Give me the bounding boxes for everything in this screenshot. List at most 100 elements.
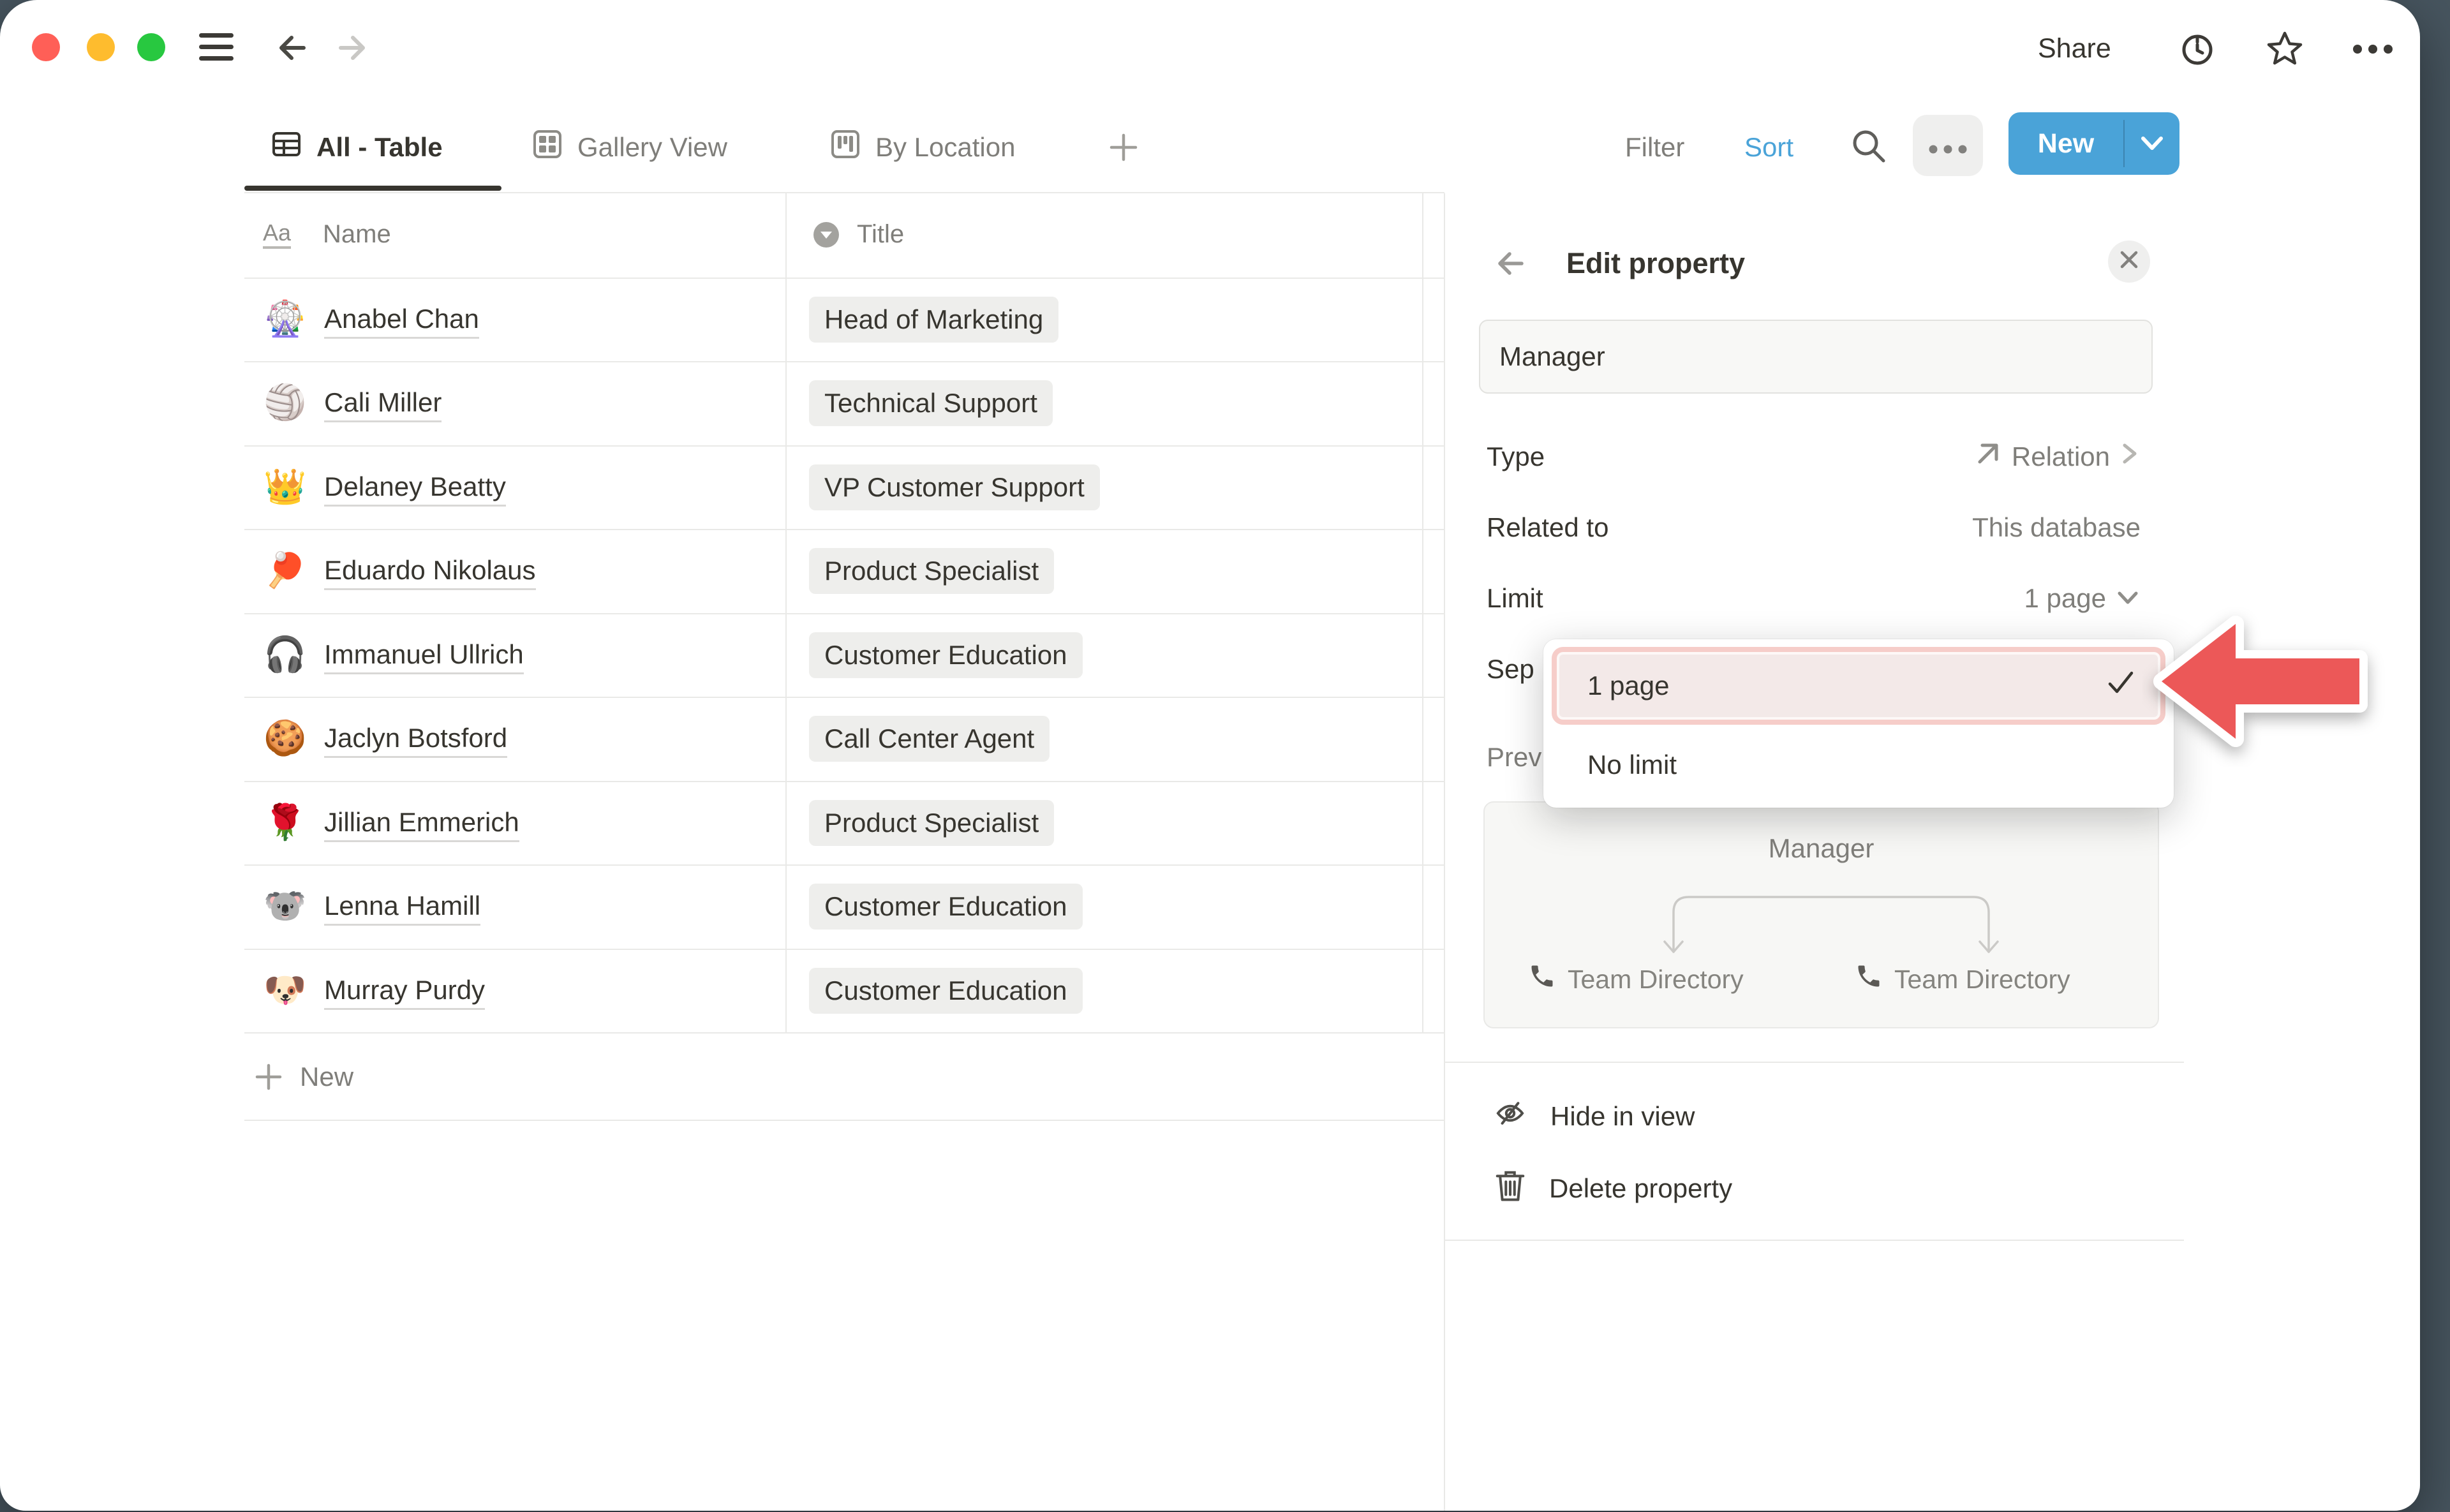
new-row-label: New xyxy=(300,1059,353,1095)
table-header-row: Aa Name Title xyxy=(244,193,1444,279)
table-row[interactable]: 🏓 Eduardo Nikolaus Product Specialist xyxy=(244,530,1444,614)
tab-all-table[interactable]: All - Table xyxy=(271,130,443,165)
plus-icon xyxy=(253,1061,285,1099)
title-tag[interactable]: Customer Education xyxy=(809,968,1083,1014)
table-row[interactable]: 🍪 Jaclyn Botsford Call Center Agent xyxy=(244,698,1444,782)
panel-close-button[interactable] xyxy=(2108,241,2150,283)
page-link[interactable]: Lenna Hamill xyxy=(324,890,480,926)
preview-page-item: Team Directory xyxy=(1528,962,1744,997)
title-tag[interactable]: Product Specialist xyxy=(809,548,1054,594)
page-emoji-icon: 🐨 xyxy=(261,889,309,923)
related-to-value-row[interactable]: This database xyxy=(1972,510,2141,545)
filter-button[interactable]: Filter xyxy=(1625,130,1684,165)
tab-by-location[interactable]: By Location xyxy=(829,130,1015,165)
arrow-up-right-icon xyxy=(1973,439,2003,475)
option-label: 1 page xyxy=(1587,671,2105,701)
title-tag[interactable]: Customer Education xyxy=(809,632,1083,678)
checkmark-icon xyxy=(2105,669,2136,703)
view-options-button[interactable] xyxy=(1913,115,1983,176)
page-link[interactable]: Anabel Chan xyxy=(324,303,479,339)
updates-clock-icon[interactable] xyxy=(2180,32,2215,66)
back-arrow-icon[interactable] xyxy=(274,30,310,66)
preview-label-truncated: Prev xyxy=(1487,739,1541,775)
table-row[interactable]: 🎧 Immanuel Ullrich Customer Education xyxy=(244,614,1444,698)
title-tag[interactable]: Technical Support xyxy=(809,380,1053,426)
search-icon[interactable] xyxy=(1849,126,1889,166)
page-emoji-icon: 🍪 xyxy=(261,721,309,755)
page-emoji-icon: 🐶 xyxy=(261,973,309,1007)
chevron-right-icon xyxy=(2119,440,2141,473)
page-link[interactable]: Eduardo Nikolaus xyxy=(324,554,536,590)
annotation-arrow-icon xyxy=(2142,607,2385,773)
tab-label: Gallery View xyxy=(577,130,727,165)
page-link[interactable]: Jillian Emmerich xyxy=(324,806,519,842)
column-header-title[interactable]: Title xyxy=(857,218,904,251)
favorite-star-icon[interactable] xyxy=(2266,29,2304,68)
page-link[interactable]: Jaclyn Botsford xyxy=(324,722,507,758)
limit-value: 1 page xyxy=(2024,583,2106,614)
separate-label-truncated: Sep xyxy=(1487,651,1534,687)
select-property-icon xyxy=(812,221,840,255)
table-row[interactable]: 🐨 Lenna Hamill Customer Education xyxy=(244,866,1444,950)
page-link[interactable]: Delaney Beatty xyxy=(324,471,506,507)
title-tag[interactable]: Customer Education xyxy=(809,884,1083,930)
property-name-input[interactable] xyxy=(1479,320,2153,394)
chevron-down-icon xyxy=(2115,583,2141,614)
column-divider[interactable] xyxy=(785,193,787,1034)
new-dropdown-button[interactable] xyxy=(2125,112,2179,175)
delete-property-button[interactable]: Delete property xyxy=(1494,1171,1732,1206)
page-link[interactable]: Immanuel Ullrich xyxy=(324,639,524,674)
text-property-icon: Aa xyxy=(263,220,291,249)
tab-gallery-view[interactable]: Gallery View xyxy=(531,130,727,165)
traffic-light-minimize[interactable] xyxy=(87,33,115,61)
tab-label: All - Table xyxy=(316,130,443,165)
preview-bracket xyxy=(1654,877,2011,972)
limit-value-row[interactable]: 1 page xyxy=(2024,581,2141,616)
sort-button[interactable]: Sort xyxy=(1744,130,1793,165)
page-emoji-icon: 👑 xyxy=(261,470,309,504)
hide-in-view-label: Hide in view xyxy=(1550,1101,1695,1132)
forward-arrow-icon[interactable] xyxy=(334,30,370,66)
phone-icon xyxy=(1855,962,1883,997)
limit-dropdown: 1 page No limit xyxy=(1543,639,2174,808)
limit-option-no-limit[interactable]: No limit xyxy=(1552,732,2165,797)
limit-option-1-page[interactable]: 1 page xyxy=(1552,647,2165,725)
add-row-button[interactable]: New xyxy=(244,1034,1444,1121)
share-button[interactable]: Share xyxy=(2038,31,2111,66)
hide-in-view-button[interactable]: Hide in view xyxy=(1493,1099,1695,1134)
title-tag[interactable]: Call Center Agent xyxy=(809,716,1050,762)
column-header-name[interactable]: Name xyxy=(323,218,391,251)
table-row[interactable]: 🏐 Cali Miller Technical Support xyxy=(244,362,1444,447)
title-tag[interactable]: Product Specialist xyxy=(809,800,1054,846)
traffic-light-zoom[interactable] xyxy=(137,33,165,61)
phone-icon xyxy=(1528,962,1556,997)
new-button[interactable]: New xyxy=(2008,112,2123,175)
relation-preview: Manager Team Directory Team Directory xyxy=(1483,801,2159,1028)
table-right-edge[interactable] xyxy=(1422,193,1423,1034)
traffic-light-close[interactable] xyxy=(32,33,60,61)
option-label: No limit xyxy=(1587,750,1677,780)
page-link[interactable]: Murray Purdy xyxy=(324,974,485,1010)
title-tag[interactable]: VP Customer Support xyxy=(809,464,1100,510)
table-row[interactable]: 🎡 Anabel Chan Head of Marketing xyxy=(244,279,1444,362)
table-row[interactable]: 👑 Delaney Beatty VP Customer Support xyxy=(244,447,1444,530)
page-link[interactable]: Cali Miller xyxy=(324,387,442,422)
add-view-icon[interactable] xyxy=(1108,131,1140,163)
panel-title: Edit property xyxy=(1566,245,1745,282)
close-icon xyxy=(2118,246,2140,277)
table-row[interactable]: 🌹 Jillian Emmerich Product Specialist xyxy=(244,782,1444,866)
page-emoji-icon: 🌹 xyxy=(261,805,309,840)
type-label: Type xyxy=(1487,439,1545,475)
preview-root-label: Manager xyxy=(1485,833,2158,864)
panel-back-icon[interactable] xyxy=(1494,246,1528,281)
table-row[interactable]: 🐶 Murray Purdy Customer Education xyxy=(244,950,1444,1034)
hamburger-menu-icon[interactable] xyxy=(198,32,235,63)
type-value: Relation xyxy=(2012,441,2110,472)
more-options-icon[interactable] xyxy=(2350,40,2395,59)
type-value-row[interactable]: Relation xyxy=(1973,439,2141,475)
page-emoji-icon: 🎧 xyxy=(261,637,309,672)
title-tag[interactable]: Head of Marketing xyxy=(809,297,1058,343)
page-emoji-icon: 🎡 xyxy=(261,302,309,336)
trash-icon xyxy=(1494,1168,1526,1209)
panel-divider xyxy=(1444,193,1445,1511)
